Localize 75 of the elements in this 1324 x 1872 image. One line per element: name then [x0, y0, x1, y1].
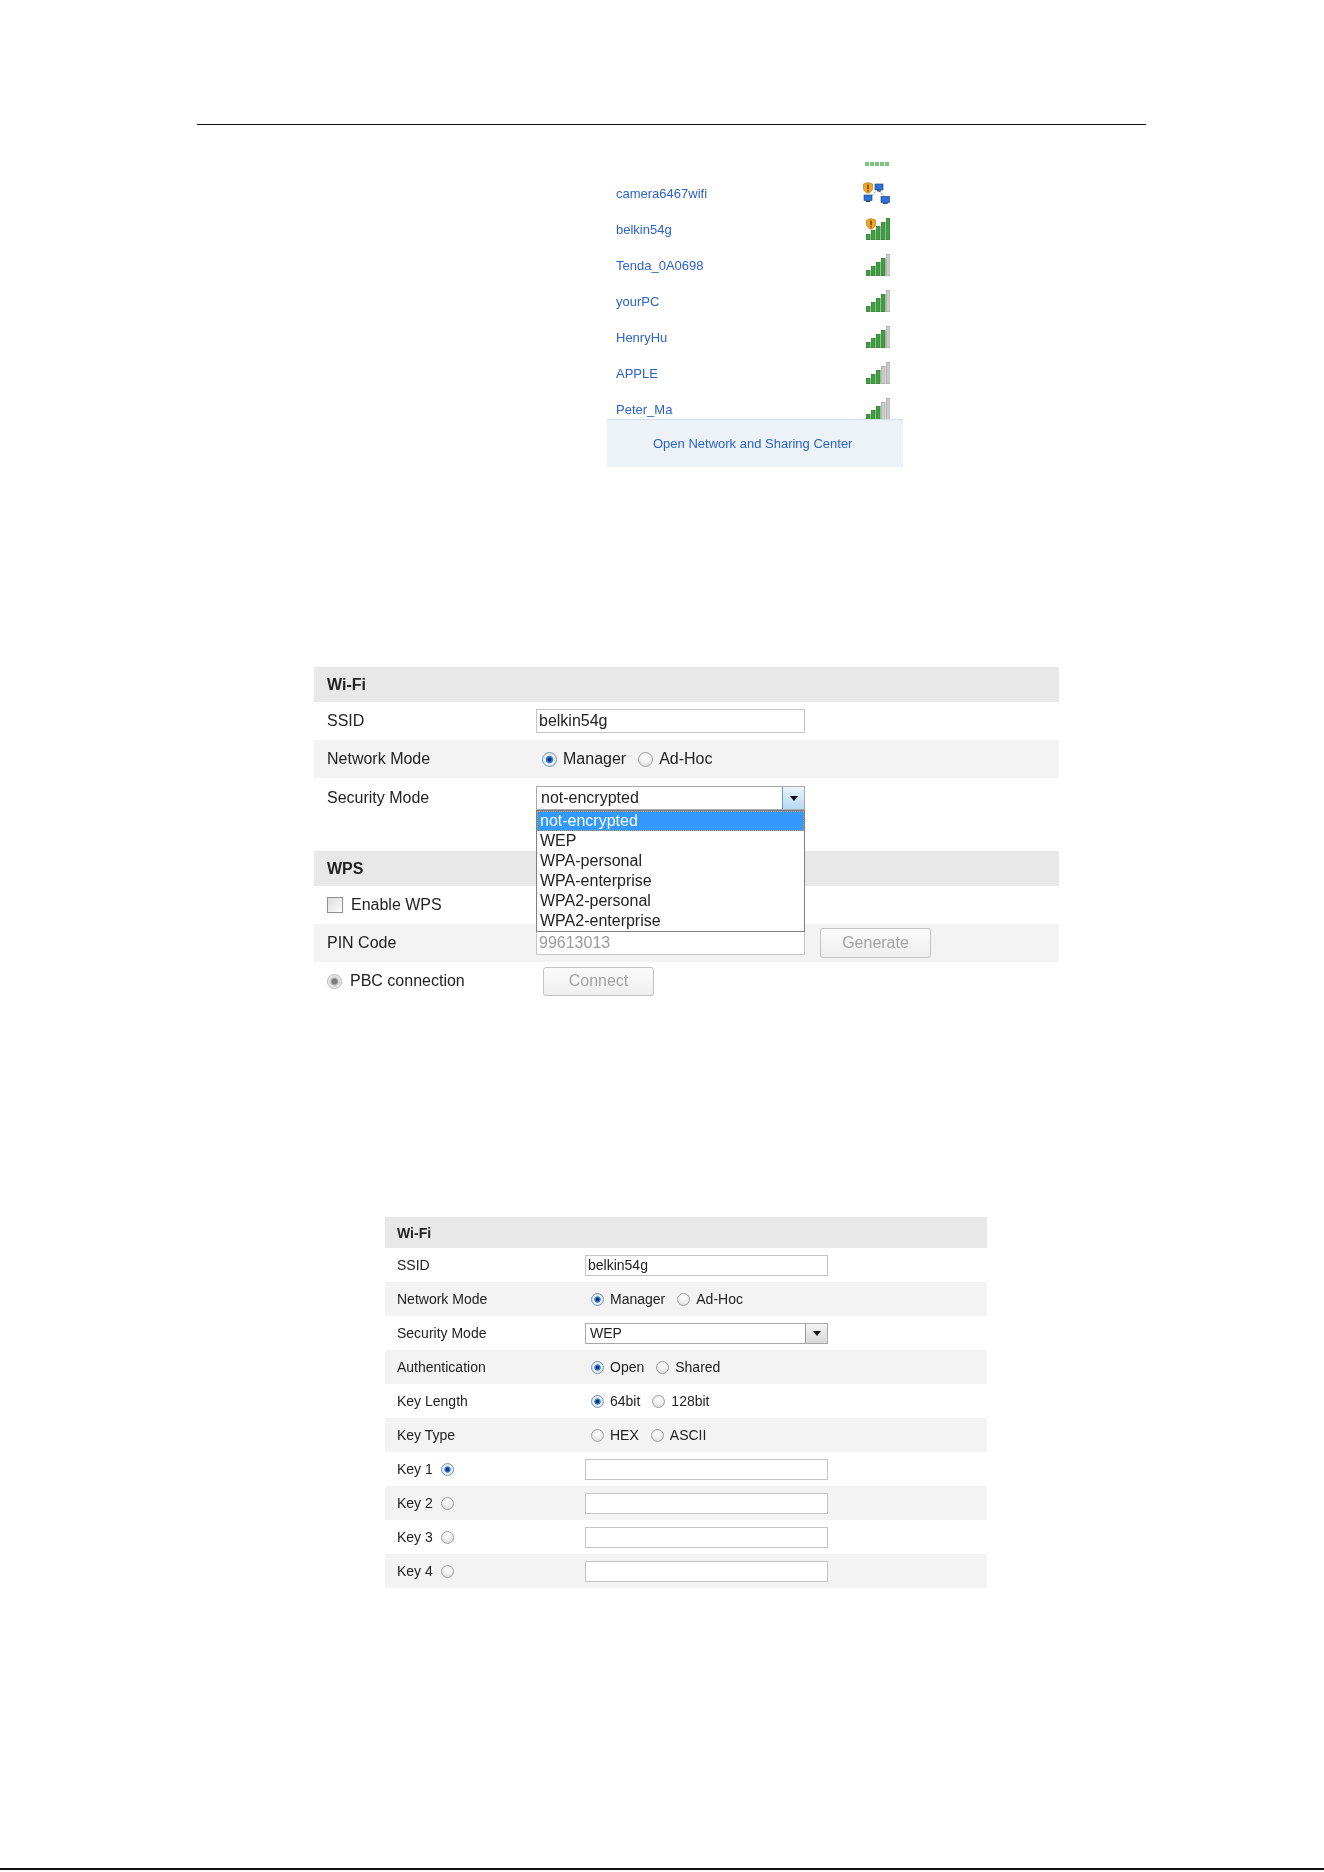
option-label: Open — [610, 1359, 645, 1375]
radio-button[interactable] — [591, 1394, 604, 1408]
field-label: Network Mode — [327, 750, 431, 768]
signal-bars-icon — [866, 326, 890, 348]
option-label: PBC connection — [350, 972, 465, 990]
dropdown-option[interactable]: WPA2-enterprise — [537, 911, 804, 931]
radio-button[interactable] — [677, 1292, 691, 1306]
field-label: Key Type — [397, 1427, 456, 1443]
field-label: PIN Code — [327, 934, 397, 952]
text-field[interactable] — [585, 1458, 828, 1480]
dropdown-option[interactable]: WEP — [537, 831, 804, 851]
field-label: Key 2 — [397, 1495, 433, 1511]
radio-button[interactable] — [652, 1394, 666, 1408]
network-name[interactable]: Tenda_0A0698 — [616, 257, 704, 273]
signal-bars-icon — [866, 290, 890, 312]
network-name[interactable]: Peter_Ma — [616, 401, 673, 417]
radio-button[interactable] — [591, 1292, 604, 1306]
field-label: Key 3 — [397, 1529, 433, 1545]
option-label: 64bit — [610, 1393, 641, 1409]
radio-button[interactable] — [591, 1360, 604, 1374]
radio-button[interactable] — [440, 1496, 454, 1510]
dropdown-button[interactable] — [782, 787, 804, 809]
field-label: SSID — [327, 712, 365, 730]
select-field[interactable]: WEP — [585, 1322, 828, 1344]
radio-button[interactable] — [440, 1564, 454, 1578]
signal-bars-icon — [865, 162, 889, 166]
network-name[interactable]: belkin54g — [616, 221, 672, 237]
dropdown-button[interactable] — [805, 1323, 827, 1343]
dropdown-option[interactable]: WPA2-personal — [537, 891, 804, 911]
radio-button[interactable] — [656, 1360, 670, 1374]
option-label: 128bit — [671, 1393, 710, 1409]
text-field[interactable] — [585, 1492, 828, 1514]
radio-button[interactable] — [542, 751, 557, 767]
field-label: SSID — [397, 1257, 430, 1273]
field-label: Authentication — [397, 1359, 486, 1375]
radio-button[interactable] — [440, 1530, 454, 1544]
option-label: Shared — [675, 1359, 721, 1375]
network-name[interactable]: APPLE — [616, 365, 658, 381]
section-header: Wi-Fi — [314, 667, 1059, 702]
text-field[interactable] — [585, 1560, 828, 1582]
field-label: Key Length — [397, 1393, 468, 1409]
text-field[interactable] — [585, 1526, 828, 1548]
field-label: Security Mode — [397, 1325, 487, 1341]
network-name[interactable]: HenryHu — [616, 329, 668, 345]
network-name[interactable]: camera6467wifi — [616, 185, 708, 201]
text-field[interactable]: belkin54g — [536, 709, 805, 733]
checkbox[interactable] — [327, 897, 343, 913]
caret-icon — [812, 1330, 821, 1336]
option-label: HEX — [610, 1427, 639, 1443]
signal-bars-icon — [866, 362, 890, 384]
shield-signal-bars-icon — [866, 218, 890, 240]
network-center-link[interactable]: Open Network and Sharing Center — [653, 436, 853, 451]
field-label: Key 4 — [397, 1563, 433, 1579]
field-label: Security Mode — [327, 789, 430, 807]
signal-bars-icon — [866, 254, 890, 276]
field-label: Key 1 — [397, 1461, 433, 1477]
option-label: Manager — [563, 750, 627, 768]
radio-button[interactable] — [591, 1428, 604, 1442]
option-label: Manager — [610, 1291, 666, 1307]
radio-button[interactable] — [650, 1428, 664, 1442]
signal-bars-icon — [866, 398, 890, 419]
caret-icon — [789, 795, 798, 801]
network-name[interactable]: yourPC — [616, 293, 660, 309]
linked-computers-icon — [863, 182, 890, 204]
option-label: Ad-Hoc — [659, 750, 713, 768]
checkbox-label: Enable WPS — [351, 896, 442, 914]
section-header: Wi-Fi — [385, 1217, 987, 1248]
field-label: Network Mode — [397, 1291, 488, 1307]
dropdown-option[interactable]: WPA-personal — [537, 851, 804, 871]
text-field[interactable]: belkin54g — [585, 1254, 828, 1276]
option-label: Ad-Hoc — [696, 1291, 743, 1307]
radio-button[interactable] — [638, 751, 654, 767]
select-field[interactable]: not-encrypted — [536, 786, 805, 810]
radio-button[interactable] — [440, 1462, 454, 1476]
option-label: ASCII — [669, 1427, 707, 1443]
